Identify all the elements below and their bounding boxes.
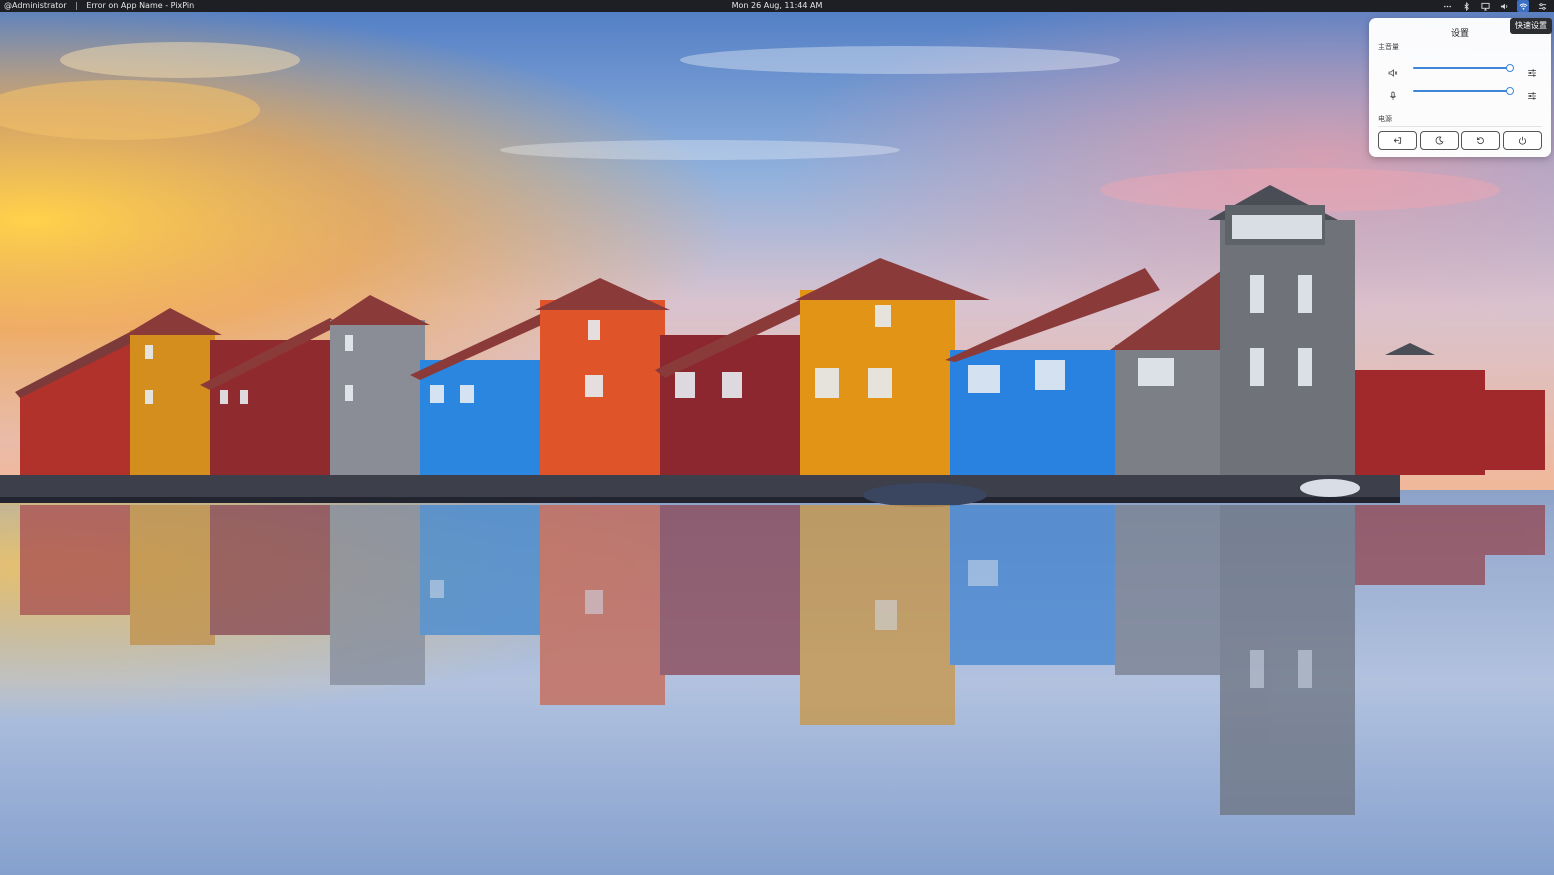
- input-volume-slider[interactable]: [1413, 87, 1514, 95]
- panel-left: @Administrator | Error on App Name - Pix…: [4, 0, 200, 12]
- top-panel: @Administrator | Error on App Name - Pix…: [0, 0, 1554, 12]
- clock-container: Mon 26 Aug, 11:44 AM: [0, 0, 1554, 12]
- power-section-label: 电源: [1378, 115, 1392, 123]
- desktop-wallpaper: [0, 0, 1554, 875]
- quick-settings-panel: 设置 主音量 电源: [1369, 18, 1551, 157]
- output-device-settings-icon[interactable]: [1527, 63, 1537, 77]
- input-volume-knob[interactable]: [1506, 87, 1514, 95]
- quick-settings-icon[interactable]: [1536, 0, 1548, 12]
- power-icon: [1518, 136, 1527, 145]
- user-menu[interactable]: @Administrator: [4, 1, 67, 10]
- bluetooth-icon[interactable]: [1460, 0, 1472, 12]
- network-icon[interactable]: [1517, 0, 1529, 12]
- more-icon[interactable]: [1441, 0, 1453, 12]
- power-buttons: [1378, 131, 1542, 150]
- sleep-button[interactable]: [1419, 131, 1459, 150]
- restart-button[interactable]: [1461, 131, 1501, 150]
- logout-icon: [1393, 137, 1402, 144]
- display-icon[interactable]: [1479, 0, 1491, 12]
- clock[interactable]: Mon 26 Aug, 11:44 AM: [732, 1, 823, 10]
- restart-icon: [1477, 137, 1485, 145]
- output-volume-row: [1378, 62, 1542, 77]
- logout-button[interactable]: [1378, 131, 1417, 150]
- volume-section-label: 主音量: [1378, 43, 1399, 51]
- speaker-icon[interactable]: [1388, 63, 1398, 77]
- power-off-button[interactable]: [1502, 131, 1542, 150]
- input-volume-row: [1378, 85, 1542, 100]
- wallpaper-image: [0, 0, 1554, 875]
- sleep-icon: [1435, 136, 1444, 145]
- microphone-icon[interactable]: [1388, 86, 1398, 100]
- input-device-settings-icon[interactable]: [1527, 86, 1537, 100]
- active-window-title[interactable]: Error on App Name - PixPin: [86, 1, 194, 10]
- system-tray: [1441, 0, 1548, 12]
- output-volume-knob[interactable]: [1506, 64, 1514, 72]
- panel-separator: |: [75, 1, 78, 10]
- quick-settings-tooltip: 快速设置: [1510, 18, 1552, 34]
- output-volume-slider[interactable]: [1413, 64, 1514, 72]
- panel-divider: [1378, 126, 1542, 127]
- volume-icon[interactable]: [1498, 0, 1510, 12]
